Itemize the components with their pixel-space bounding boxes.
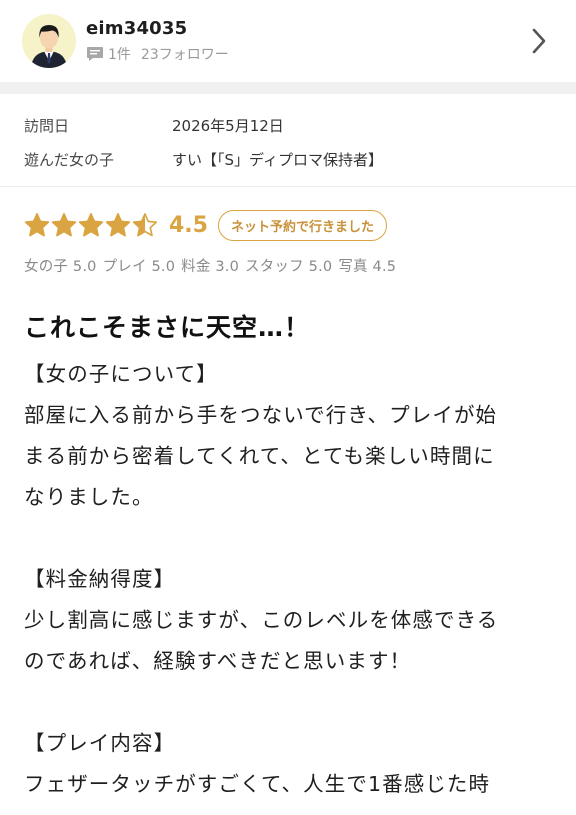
review-line [24,518,552,559]
star-icon [132,213,158,237]
user-name[interactable]: eim34035 [86,18,524,39]
person-avatar-icon [22,14,76,68]
chevron-right-icon [532,28,546,54]
star-rating [24,212,159,238]
review-line [24,682,552,723]
section-divider [0,82,576,94]
avatar[interactable] [22,14,76,68]
girl-label: 遊んだ女の子 [24,150,115,169]
sub-score: 写真 4.5 [338,259,397,275]
review-line: 【プレイ内容】 [24,731,176,755]
review-line: 【料金納得度】 [24,567,176,591]
user-header[interactable]: eim34035 1件 23フォロワー [0,0,576,82]
follower-count[interactable]: 23フォロワー [141,44,229,64]
girl-row: 遊んだ女の子 すい【「S」ディプロマ保持者】 [24,142,552,176]
review-line: なりました。 [24,485,154,509]
visit-date-label: 訪問日 [24,116,70,135]
sub-score: 料金 3.0 [181,259,240,275]
user-info: eim34035 1件 23フォロワー [86,18,524,64]
star-icon [105,213,131,237]
rating-summary: 4.5 ネット予約で行きました [24,207,552,243]
user-meta: 1件 23フォロワー [86,44,524,64]
visit-info: 訪問日 2026年5月12日 遊んだ女の子 すい【「S」ディプロマ保持者】 [0,94,576,187]
review-body: これこそまさに天空…！ 【女の子について】部屋に入る前から手をつないで行き、プレ… [0,276,576,805]
overall-rating: 4.5 [169,212,208,238]
sub-score: スタッフ 5.0 [245,259,333,275]
profile-link-button[interactable] [524,21,554,61]
review-line: 少し割高に感じますが、このレベルを体感できる [24,608,499,632]
star-icon [24,213,50,237]
review-title: これこそまさに天空…！ [24,313,311,342]
star-icon [78,213,104,237]
review-line: まる前から密着してくれて、とても楽しい時間に [24,444,495,468]
comment-icon [87,47,103,61]
net-reservation-badge: ネット予約で行きました [217,209,387,241]
sub-score: プレイ 5.0 [102,259,176,275]
review-count: 1件 [108,47,131,63]
sub-score: 女の子 5.0 [24,259,97,275]
visit-date-row: 訪問日 2026年5月12日 [24,108,552,142]
review-line: フェザータッチがすごくて、人生で1番感じた時 [24,772,491,796]
sub-scores: 女の子 5.0 プレイ 5.0 料金 3.0 スタッフ 5.0 写真 4.5 [24,255,552,276]
review-line: 【女の子について】 [24,362,218,386]
review-line: 部屋に入る前から手をつないで行き、プレイが始 [24,403,498,427]
girl-value[interactable]: すい【「S」ディプロマ保持者】 [172,149,383,170]
review-page: eim34035 1件 23フォロワー 訪問日 2026年5月12日 遊んだ女の… [0,0,576,815]
visit-date-value: 2026年5月12日 [172,116,284,135]
review-text: 【女の子について】部屋に入る前から手をつないで行き、プレイが始 まる前から密着して… [24,354,552,805]
rating-section: 4.5 ネット予約で行きました 女の子 5.0 プレイ 5.0 料金 3.0 スタッフ… [0,187,576,276]
star-icon [51,213,77,237]
review-line: のであれば、経験すべきだと思います！ [24,649,412,673]
